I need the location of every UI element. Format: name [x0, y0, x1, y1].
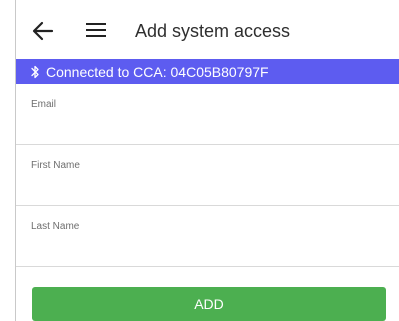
- screen: Add system access Connected to CCA: 04C0…: [0, 0, 399, 321]
- top-bar: Add system access: [16, 0, 399, 58]
- connection-status-bar: Connected to CCA: 04C05B80797F: [16, 59, 399, 84]
- last-name-label: Last Name: [31, 221, 80, 232]
- first-name-label: First Name: [31, 160, 80, 171]
- last-name-field: Last Name: [16, 207, 399, 267]
- email-label: Email: [31, 99, 57, 110]
- app-frame: Add system access Connected to CCA: 04C0…: [15, 0, 399, 321]
- first-name-input[interactable]: [31, 176, 385, 198]
- last-name-input[interactable]: [31, 237, 385, 259]
- add-button[interactable]: ADD: [32, 287, 386, 321]
- connection-status-text: Connected to CCA: 04C05B80797F: [46, 63, 269, 80]
- hamburger-menu-icon[interactable]: [86, 22, 106, 38]
- first-name-field: First Name: [16, 146, 399, 206]
- bluetooth-icon: [31, 65, 39, 78]
- email-field: Email: [16, 85, 399, 145]
- arrow-left-icon[interactable]: [32, 20, 54, 42]
- page-title: Add system access: [135, 21, 291, 41]
- email-input[interactable]: [31, 115, 385, 137]
